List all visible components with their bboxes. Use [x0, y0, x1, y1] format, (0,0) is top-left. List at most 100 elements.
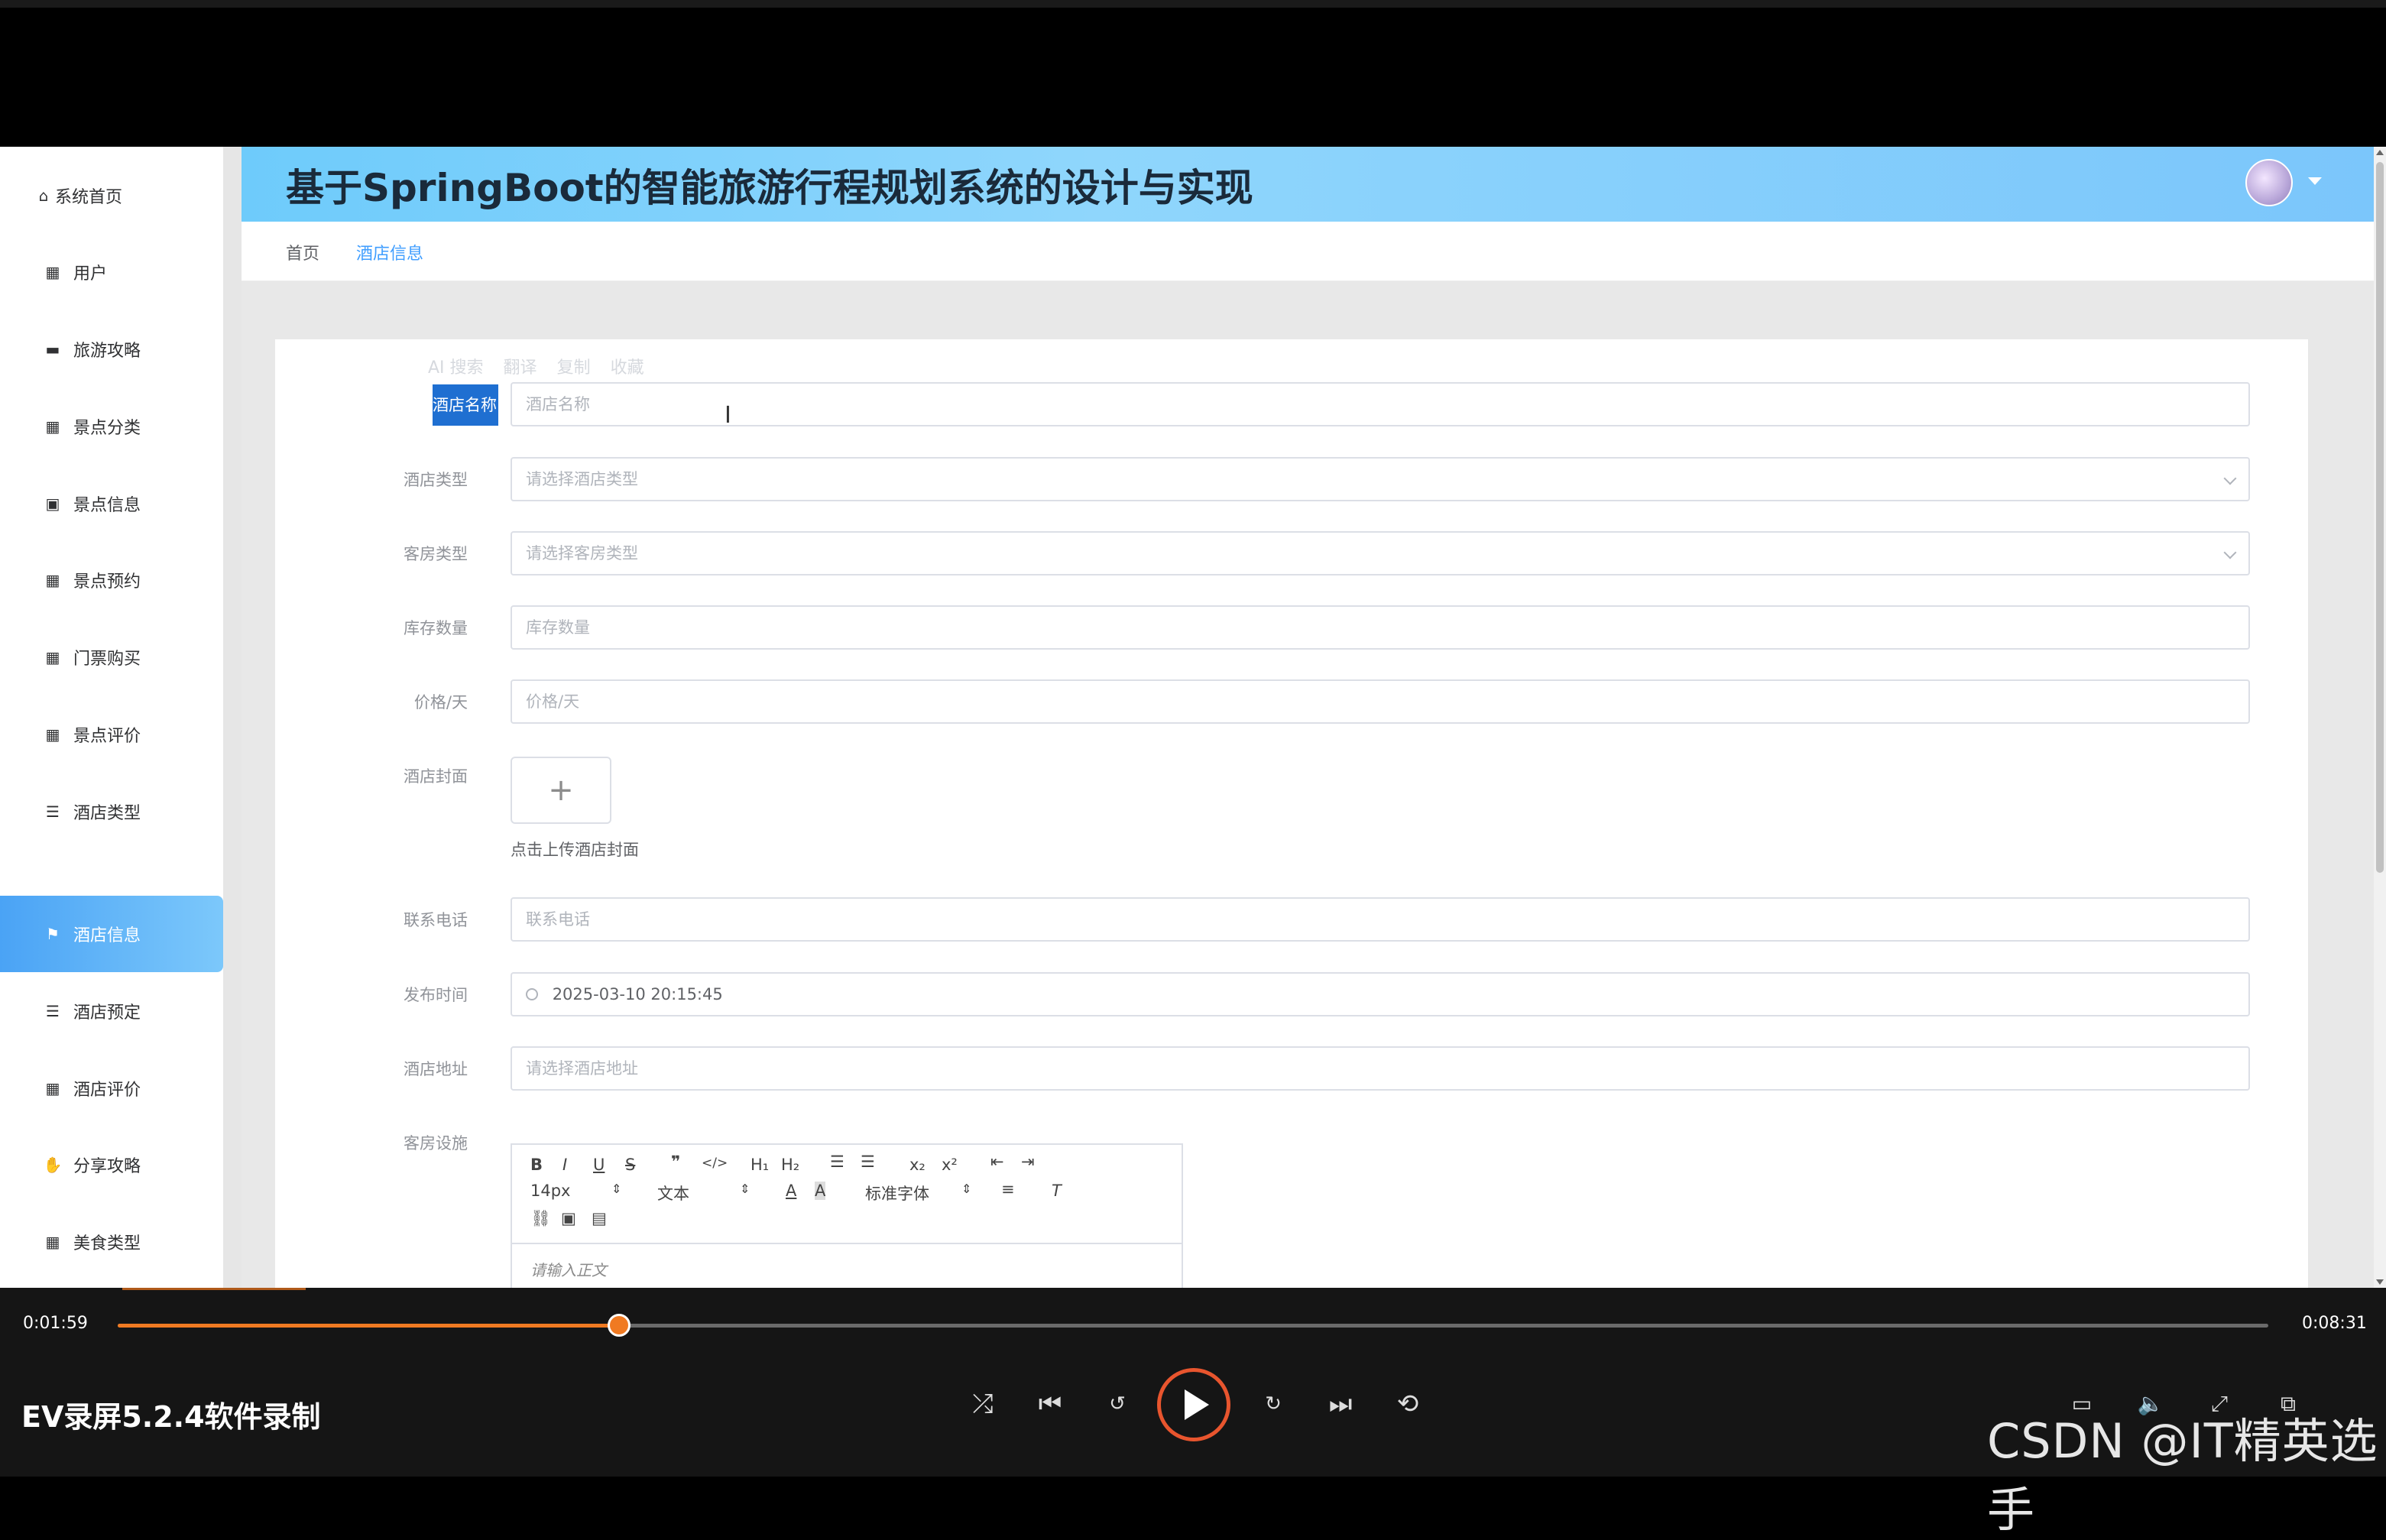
field-label: 酒店名称 — [433, 384, 498, 426]
sidebar-item-share-guides[interactable]: ✋ 分享攻略 — [0, 1127, 223, 1203]
scrollbar-thumb[interactable] — [2376, 162, 2384, 873]
hotel-type-select[interactable]: 请选择酒店类型 — [511, 457, 2250, 501]
sidebar-item-scenic-info[interactable]: ▣ 景点信息 — [0, 465, 223, 542]
chevron-down-icon[interactable] — [2308, 177, 2322, 185]
code-icon[interactable]: </> — [702, 1156, 728, 1171]
sidebar-item-ticket-purchase[interactable]: ▦ 门票购买 — [0, 619, 223, 695]
grid-icon: ▦ — [45, 417, 60, 436]
sidebar-item-food-types[interactable]: ▦ 美食类型 — [0, 1204, 223, 1280]
previous-icon[interactable]: ⏮ — [1032, 1386, 1068, 1422]
app-window: ⌂ 系统首页 ▦ 用户 ▬ 旅游攻略 ▦ 景点分类 ▣ 景点信息 ▦ 景点预约 … — [0, 147, 2386, 1288]
scroll-down-icon[interactable] — [2376, 1279, 2384, 1285]
avatar[interactable] — [2245, 159, 2293, 206]
chevron-updown-icon: ⇕ — [611, 1182, 622, 1196]
sidebar-item-users[interactable]: ▦ 用户 — [0, 234, 223, 310]
font-size-select[interactable]: 14px — [530, 1182, 570, 1200]
rewind-10-icon[interactable]: ↺ — [1099, 1386, 1136, 1422]
field-label: 联系电话 — [404, 911, 468, 929]
italic-icon[interactable]: I — [562, 1156, 567, 1174]
sidebar-item-label: 旅游攻略 — [73, 342, 141, 361]
sidebar-item-label: 系统首页 — [55, 188, 123, 207]
progress-handle[interactable] — [608, 1314, 631, 1337]
heading2-icon[interactable]: H₂ — [781, 1156, 799, 1174]
clock-icon — [526, 988, 538, 1000]
scroll-up-icon[interactable] — [2376, 150, 2384, 155]
room-type-select[interactable]: 请选择客房类型 — [511, 531, 2250, 575]
copy-button[interactable]: 复制 — [557, 354, 591, 378]
image-icon[interactable]: ▣ — [561, 1209, 576, 1227]
breadcrumb-current[interactable]: 酒店信息 — [356, 240, 423, 264]
field-label: 客房类型 — [404, 545, 468, 563]
rich-text-editor[interactable]: B I U S ❞ </> H₁ H₂ ☰ ☰ x₂ x² ⇤ ⇥ 14px ⇕ — [511, 1143, 1183, 1288]
play-icon — [1185, 1389, 1209, 1420]
phone-input[interactable]: 联系电话 — [511, 897, 2250, 942]
sidebar-item-hotel-booking[interactable]: ☰ 酒店预定 — [0, 973, 223, 1049]
field-label: 库存数量 — [404, 619, 468, 637]
text-style-select[interactable]: 文本 — [657, 1182, 689, 1204]
grid-icon: ▦ — [45, 571, 60, 589]
outdent-icon[interactable]: ⇤ — [990, 1153, 1004, 1171]
stock-input[interactable]: 库存数量 — [511, 605, 2250, 650]
form-row-price: 价格/天 价格/天 — [275, 679, 2308, 725]
background-color-icon[interactable]: A — [815, 1182, 826, 1200]
grid-icon: ▦ — [45, 1079, 60, 1097]
form-row-address: 酒店地址 请选择酒店地址 — [275, 1046, 2308, 1092]
next-icon[interactable]: ⏭ — [1322, 1386, 1359, 1422]
form-row-stock: 库存数量 库存数量 — [275, 605, 2308, 651]
video-icon[interactable]: ▤ — [592, 1209, 607, 1227]
forward-30-icon[interactable]: ↻ — [1255, 1386, 1292, 1422]
grid-icon: ▦ — [45, 263, 60, 281]
quote-icon[interactable]: ❞ — [671, 1153, 680, 1171]
player-accent-line — [122, 1288, 306, 1290]
publish-time-picker[interactable]: 2025-03-10 20:15:45 — [511, 972, 2250, 1016]
translate-button[interactable]: 翻译 — [504, 354, 537, 378]
sidebar-item-scenic-categories[interactable]: ▦ 景点分类 — [0, 388, 223, 465]
hotel-name-input[interactable]: 酒店名称 — [511, 382, 2250, 426]
sidebar-item-label: 景点分类 — [73, 419, 141, 438]
font-color-icon[interactable]: A — [786, 1182, 796, 1200]
current-time: 0:01:59 — [23, 1314, 88, 1333]
font-family-select[interactable]: 标准字体 — [865, 1182, 929, 1204]
main-area: 基于SpringBoot的智能旅游行程规划系统的设计与实现 首页 酒店信息 AI… — [242, 147, 2374, 1288]
field-label: 酒店类型 — [404, 471, 468, 489]
sidebar-item-scenic-reviews[interactable]: ▦ 景点评价 — [0, 696, 223, 773]
superscript-icon[interactable]: x² — [942, 1156, 958, 1174]
strike-icon[interactable]: S — [625, 1156, 635, 1174]
shuffle-icon[interactable]: ⤮ — [964, 1386, 1001, 1422]
price-input[interactable]: 价格/天 — [511, 679, 2250, 724]
clear-format-icon[interactable]: T — [1052, 1182, 1062, 1200]
sidebar-item-label: 用户 — [73, 264, 108, 284]
sidebar-item-label: 景点评价 — [73, 727, 141, 746]
selection-toolbar: AI 搜索 翻译 复制 收藏 — [428, 347, 841, 385]
sidebar-item-hotel-types[interactable]: ☰ 酒店类型 — [0, 773, 223, 850]
align-icon[interactable]: ≡ — [1001, 1180, 1015, 1198]
sidebar-item-label: 酒店评价 — [73, 1081, 141, 1100]
heading1-icon[interactable]: H₁ — [750, 1156, 769, 1174]
breadcrumb: 首页 酒店信息 — [242, 222, 2374, 281]
vertical-scrollbar[interactable] — [2374, 147, 2386, 1288]
ordered-list-icon[interactable]: ☰ — [830, 1153, 845, 1171]
subscript-icon[interactable]: x₂ — [909, 1156, 926, 1174]
select-placeholder: 请选择客房类型 — [526, 544, 638, 563]
breadcrumb-home[interactable]: 首页 — [286, 240, 319, 264]
bullet-list-icon[interactable]: ☰ — [861, 1153, 875, 1171]
underline-icon[interactable]: U — [593, 1156, 605, 1174]
sidebar-item-hotel-reviews[interactable]: ▦ 酒店评价 — [0, 1050, 223, 1127]
form-row-hotel-type: 酒店类型 请选择酒店类型 — [275, 457, 2308, 503]
play-button[interactable] — [1157, 1368, 1230, 1441]
favorite-button[interactable]: 收藏 — [611, 354, 644, 378]
editor-toolbar: B I U S ❞ </> H₁ H₂ ☰ ☰ x₂ x² ⇤ ⇥ 14px ⇕ — [512, 1145, 1182, 1244]
address-input[interactable]: 请选择酒店地址 — [511, 1046, 2250, 1091]
bold-icon[interactable]: B — [530, 1156, 543, 1174]
sidebar-item-hotel-info[interactable]: ⚑ 酒店信息 — [0, 896, 223, 972]
repeat-icon[interactable]: ⟲ — [1389, 1386, 1426, 1422]
sidebar-item-label: 门票购买 — [73, 650, 141, 669]
ai-search-button[interactable]: AI 搜索 — [428, 354, 484, 378]
indent-icon[interactable]: ⇥ — [1021, 1153, 1035, 1171]
cover-upload-button[interactable]: + — [511, 757, 611, 824]
chevron-down-icon — [2223, 546, 2237, 559]
sidebar-item-travel-guides[interactable]: ▬ 旅游攻略 — [0, 311, 223, 387]
sidebar-item-scenic-booking[interactable]: ▦ 景点预约 — [0, 542, 223, 618]
sidebar-item-home[interactable]: ⌂ 系统首页 — [0, 157, 223, 234]
link-icon[interactable]: ⛓ — [530, 1209, 551, 1228]
